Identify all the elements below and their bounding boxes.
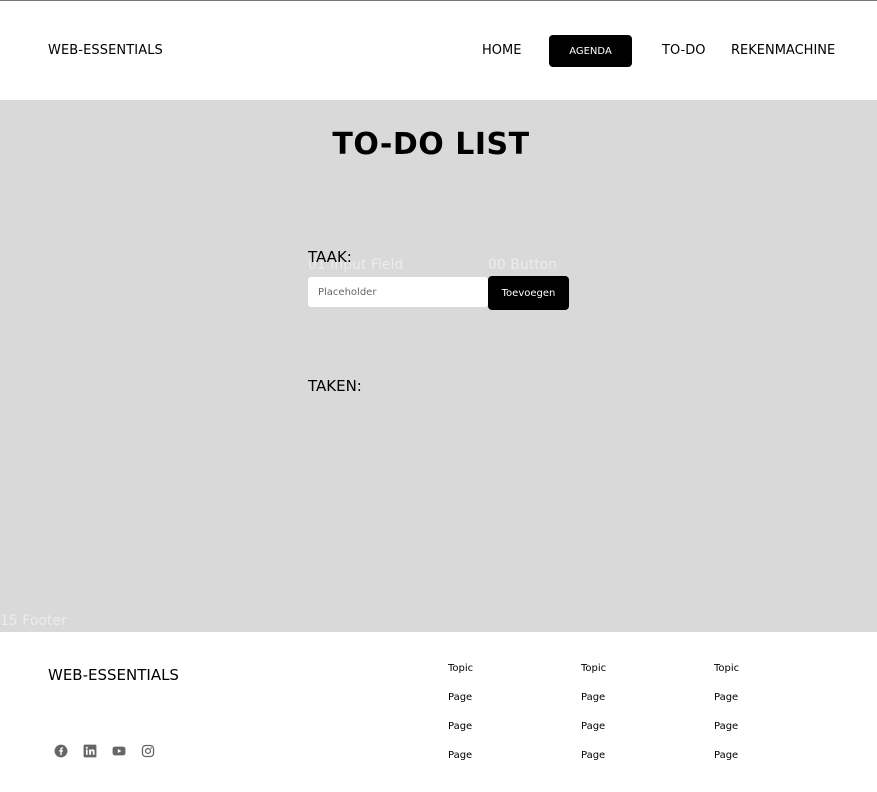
footer-column: Topic Page Page Page	[581, 663, 691, 770]
nav-home-link[interactable]: HOME	[482, 43, 521, 58]
footer-page-link[interactable]: Page	[448, 721, 558, 741]
footer-layer-label: 15 Footer	[0, 613, 67, 629]
youtube-icon[interactable]	[112, 744, 126, 758]
site-logo[interactable]: WEB-ESSENTIALS	[48, 43, 163, 58]
nav-agenda-button[interactable]: AGENDA	[549, 35, 632, 67]
footer: WEB-ESSENTIALS Topic Page Page Page Topi…	[0, 632, 877, 792]
tasks-label: TAKEN:	[308, 377, 362, 395]
task-input[interactable]	[308, 277, 488, 307]
footer-page-link[interactable]: Page	[714, 721, 824, 741]
footer-page-link[interactable]: Page	[448, 692, 558, 712]
linkedin-icon[interactable]	[83, 744, 97, 758]
footer-page-link[interactable]: Page	[581, 692, 691, 712]
page-title: TO-DO LIST	[332, 127, 530, 162]
footer-page-link[interactable]: Page	[581, 721, 691, 741]
footer-page-link[interactable]: Page	[714, 750, 824, 770]
footer-page-link[interactable]: Page	[448, 750, 558, 770]
add-task-button[interactable]: Toevoegen	[488, 276, 569, 310]
facebook-icon[interactable]	[54, 744, 68, 758]
footer-topic: Topic	[714, 663, 740, 674]
nav-todo-link[interactable]: TO-DO	[662, 43, 705, 58]
page: WEB-ESSENTIALS HOME AGENDA TO-DO REKENMA…	[0, 0, 877, 792]
nav-calculator-link[interactable]: REKENMACHINE	[731, 43, 835, 58]
button-layer-label: 00 Button	[488, 257, 558, 273]
footer-logo: WEB-ESSENTIALS	[48, 666, 179, 684]
header: WEB-ESSENTIALS HOME AGENDA TO-DO REKENMA…	[0, 1, 877, 100]
footer-page-link[interactable]: Page	[581, 750, 691, 770]
instagram-icon[interactable]	[141, 744, 155, 758]
task-label: TAAK:	[308, 248, 352, 266]
footer-page-link[interactable]: Page	[714, 692, 824, 712]
footer-topic: Topic	[448, 663, 474, 674]
footer-column: Topic Page Page Page	[448, 663, 558, 770]
footer-column: Topic Page Page Page	[714, 663, 824, 770]
main-content: TO-DO LIST 01 Input Field 00 Button TAAK…	[0, 100, 877, 632]
footer-topic: Topic	[581, 663, 607, 674]
nav-agenda-label: AGENDA	[569, 45, 612, 57]
